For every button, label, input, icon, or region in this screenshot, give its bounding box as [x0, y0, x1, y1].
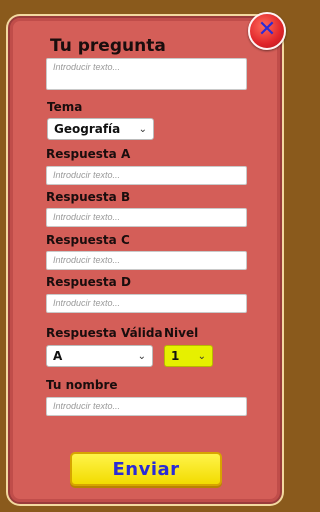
- answer-c-input[interactable]: Introducir texto...: [46, 251, 247, 270]
- answer-b-input[interactable]: Introducir texto...: [46, 208, 247, 227]
- answer-a-label: Respuesta A: [46, 147, 131, 161]
- level-select[interactable]: 1 ⌄: [164, 345, 213, 367]
- name-input[interactable]: Introducir texto...: [46, 397, 247, 416]
- tema-label: Tema: [47, 100, 83, 114]
- answer-c-label: Respuesta C: [46, 233, 130, 247]
- name-label: Tu nombre: [46, 378, 118, 392]
- level-selected: 1: [171, 349, 180, 363]
- close-button[interactable]: ✕: [248, 12, 286, 50]
- answer-d-label: Respuesta D: [46, 275, 131, 289]
- valid-answer-label: Respuesta Válida: [46, 326, 163, 340]
- submit-button[interactable]: Enviar: [70, 452, 222, 486]
- valid-answer-select[interactable]: A ⌄: [46, 345, 153, 367]
- level-label: Nivel: [164, 326, 199, 340]
- page-title: Tu pregunta: [50, 36, 166, 56]
- tema-selected: Geografía: [54, 122, 121, 136]
- answer-b-label: Respuesta B: [46, 190, 131, 204]
- valid-answer-selected: A: [53, 349, 63, 363]
- question-input[interactable]: Introducir texto...: [46, 58, 247, 90]
- chevron-down-icon: ⌄: [138, 123, 147, 135]
- chevron-down-icon: ⌄: [137, 350, 146, 362]
- close-icon: ✕: [257, 17, 277, 42]
- tema-select[interactable]: Geografía ⌄: [47, 118, 154, 140]
- answer-a-input[interactable]: Introducir texto...: [46, 166, 247, 185]
- answer-d-input[interactable]: Introducir texto...: [46, 294, 247, 313]
- chevron-down-icon: ⌄: [197, 350, 206, 362]
